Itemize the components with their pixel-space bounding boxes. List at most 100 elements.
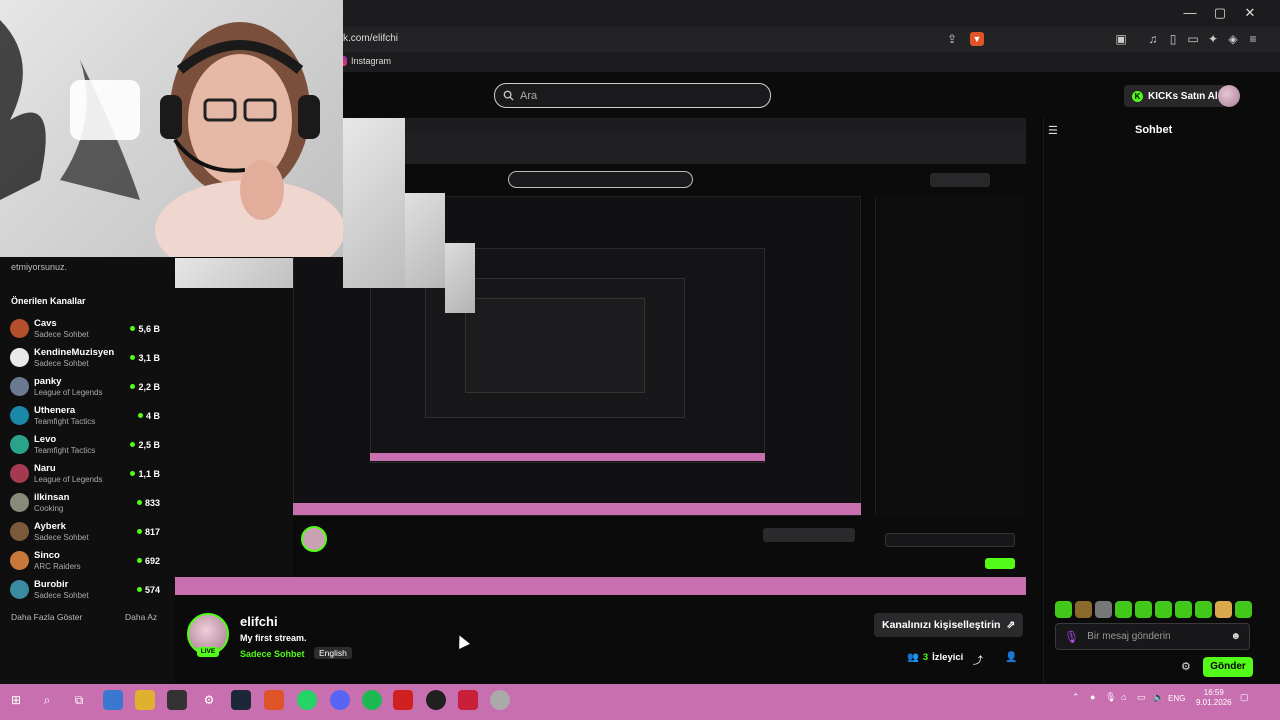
channel-item[interactable]: panky League of Legends 2,2 B xyxy=(10,373,160,400)
spotify-icon[interactable] xyxy=(362,690,382,710)
app-icon[interactable] xyxy=(458,690,478,710)
sidebar-toggle-icon[interactable]: ▣ xyxy=(1114,32,1128,46)
emote-icon[interactable] xyxy=(1135,601,1152,618)
maximize-button[interactable]: ▢ xyxy=(1206,4,1234,22)
channel-item[interactable]: Naru League of Legends 1,1 B xyxy=(10,460,160,487)
emoji-icon[interactable]: ☻ xyxy=(1230,631,1241,642)
channel-item[interactable]: KendineMuzisyen Sadece Sohbet 3,1 B xyxy=(10,344,160,371)
emote-icon[interactable] xyxy=(1195,601,1212,618)
live-dot-icon xyxy=(136,587,142,592)
leo-icon[interactable]: ✦ xyxy=(1206,32,1220,46)
webcam-scene-image xyxy=(0,20,343,257)
brave-icon[interactable] xyxy=(264,690,284,710)
menu-icon[interactable]: ≡ xyxy=(1246,32,1260,46)
channel-name: Burobir xyxy=(34,578,69,590)
clock-date: 9.01.2026 xyxy=(1196,698,1232,707)
close-button[interactable]: ✕ xyxy=(1236,4,1264,22)
live-dot-icon xyxy=(136,558,142,563)
emote-icon[interactable] xyxy=(1115,601,1132,618)
obs-icon[interactable] xyxy=(426,690,446,710)
channel-item[interactable]: Levo Teamfight Tactics 2,5 B xyxy=(10,431,160,458)
chat-settings-icon[interactable]: ⚙ xyxy=(1181,660,1191,673)
channel-item[interactable]: Uthenera Teamfight Tactics 4 B xyxy=(10,402,160,429)
search-icon xyxy=(503,90,514,101)
webcam-trail xyxy=(405,193,445,288)
live-dot-icon xyxy=(130,442,136,447)
emote-icon[interactable] xyxy=(1175,601,1192,618)
settings-icon[interactable]: ⚙ xyxy=(199,690,219,710)
viewer-count: 3,1 B xyxy=(130,353,160,363)
system-clock[interactable]: 16:59 9.01.2026 xyxy=(1196,688,1232,708)
file-explorer-icon[interactable] xyxy=(135,690,155,710)
chat-input[interactable]: 🎙 Bir mesaj gönderin ☻ xyxy=(1055,623,1250,650)
steam-icon[interactable] xyxy=(231,690,251,710)
external-link-icon: ⇗ xyxy=(1006,619,1016,631)
kicks-icon: K xyxy=(1132,90,1143,102)
terminal-icon[interactable] xyxy=(167,690,187,710)
channel-category: Cooking xyxy=(34,503,64,513)
language-indicator[interactable]: ENG xyxy=(1168,694,1185,703)
viewer-count-value: 833 xyxy=(144,497,160,508)
emote-icon[interactable] xyxy=(1235,601,1252,618)
avatar xyxy=(10,435,29,454)
minimize-button[interactable]: — xyxy=(1176,4,1204,22)
share-page-icon[interactable]: ⇪ xyxy=(945,32,959,46)
buy-kicks-button[interactable]: K KICKs Satın Al xyxy=(1124,85,1226,107)
emote-icon[interactable] xyxy=(1055,601,1072,618)
discord-icon[interactable] xyxy=(330,690,350,710)
emote-icon[interactable] xyxy=(1095,601,1112,618)
nested-taskbar-2 xyxy=(370,453,765,461)
show-less-link[interactable]: Daha Az xyxy=(125,612,157,622)
whatsapp-icon[interactable] xyxy=(297,690,317,710)
avatar xyxy=(10,319,29,338)
volume-icon[interactable]: 🔈 xyxy=(1153,692,1164,703)
collapse-chat-icon[interactable]: ☰ xyxy=(1048,124,1058,137)
share-icon[interactable]: ⤴ xyxy=(973,652,983,667)
send-button[interactable]: Gönder xyxy=(1203,657,1253,677)
live-dot-icon xyxy=(130,471,136,476)
streamer-name[interactable]: elifchi xyxy=(240,614,278,629)
wallet-icon[interactable]: ▭ xyxy=(1186,32,1200,46)
media-icon[interactable]: ♫ xyxy=(1146,32,1160,46)
display-icon[interactable]: ▭ xyxy=(1137,692,1146,703)
viewer-count: 5,6 B xyxy=(130,324,160,334)
tray-chevron-icon[interactable]: ⌃ xyxy=(1072,692,1080,703)
app-icon[interactable] xyxy=(103,690,123,710)
user-avatar[interactable] xyxy=(1218,85,1240,107)
channel-item[interactable]: Burobir Sadece Sohbet 574 xyxy=(10,576,160,603)
channel-category: Sadece Sohbet xyxy=(34,329,89,339)
brave-shield-icon[interactable]: ▼ xyxy=(970,32,984,46)
stream-category[interactable]: Sadece Sohbet xyxy=(240,649,305,659)
show-more-link[interactable]: Daha Fazla Göster xyxy=(11,612,82,622)
channel-item[interactable]: Sinco ARC Raiders 692 xyxy=(10,547,160,574)
vpn-icon[interactable]: ◈ xyxy=(1226,32,1240,46)
search-input[interactable]: Ara xyxy=(494,83,771,108)
users-icon: 👥 xyxy=(907,652,919,663)
microphone-icon[interactable]: 🎙 xyxy=(1064,630,1079,644)
customize-channel-button[interactable]: Kanalınızı kişiselleştirin ⇗ xyxy=(874,613,1024,637)
notifications-icon[interactable]: ▢ xyxy=(1240,692,1249,703)
reader-icon[interactable]: ▯ xyxy=(1166,32,1180,46)
microphone-icon[interactable]: 🎙 xyxy=(1105,692,1116,703)
viewer-count-value: 574 xyxy=(144,584,160,595)
task-view-icon[interactable]: ⧉ xyxy=(69,690,89,710)
language-tag[interactable]: English xyxy=(314,647,352,659)
bookmark-instagram[interactable]: Instagram xyxy=(337,56,391,66)
live-dot-icon xyxy=(136,500,142,505)
emote-icon[interactable] xyxy=(1155,601,1172,618)
search-icon[interactable]: ⌕ xyxy=(37,690,57,710)
network-icon[interactable]: ⌂ xyxy=(1121,692,1126,702)
app-icon[interactable] xyxy=(490,690,510,710)
channel-item[interactable]: Ayberk Sadece Sohbet 817 xyxy=(10,518,160,545)
channel-name: Uthenera xyxy=(34,404,76,416)
emote-icon[interactable] xyxy=(1215,601,1232,618)
tray-app-icon[interactable]: ● xyxy=(1090,692,1095,702)
channel-item[interactable]: Cavs Sadece Sohbet 5,6 B xyxy=(10,315,160,342)
emote-icon[interactable] xyxy=(1075,601,1092,618)
channel-item[interactable]: ilkinsan Cooking 833 xyxy=(10,489,160,516)
address-bar[interactable]: k.com/elifchi xyxy=(343,33,398,44)
windows-start-icon[interactable]: ⊞ xyxy=(6,690,26,710)
follow-icon[interactable]: 👤 xyxy=(1005,652,1017,663)
nested-send-button xyxy=(985,558,1015,569)
app-icon[interactable] xyxy=(393,690,413,710)
